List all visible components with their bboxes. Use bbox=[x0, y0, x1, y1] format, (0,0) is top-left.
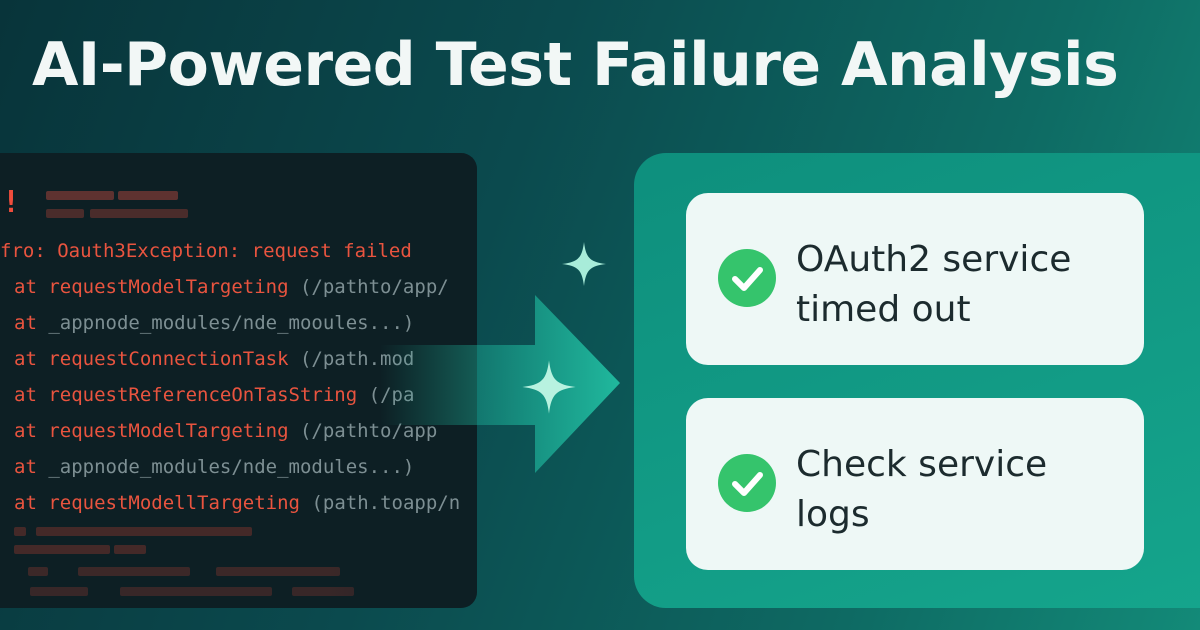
result-card: Check service logs bbox=[686, 398, 1144, 570]
redacted-text bbox=[118, 191, 178, 200]
error-line: fro: Oauth3Exception: request failed bbox=[0, 240, 412, 262]
redacted-text bbox=[78, 567, 190, 576]
arrow-icon bbox=[380, 295, 620, 473]
redacted-text bbox=[14, 527, 26, 536]
redacted-text bbox=[120, 587, 272, 596]
redacted-text bbox=[292, 587, 354, 596]
sparkle-icon bbox=[562, 242, 606, 286]
redacted-text bbox=[46, 209, 84, 218]
redacted-text bbox=[30, 587, 88, 596]
redacted-text bbox=[90, 209, 188, 218]
check-circle-icon bbox=[718, 454, 776, 512]
redacted-text bbox=[36, 527, 252, 536]
page-title: AI-Powered Test Failure Analysis bbox=[32, 30, 1119, 100]
redacted-text bbox=[216, 567, 340, 576]
redacted-text bbox=[14, 545, 110, 554]
redacted-text bbox=[114, 545, 146, 554]
redacted-text bbox=[46, 191, 114, 200]
check-circle-icon bbox=[718, 249, 776, 307]
result-card: OAuth2 service timed out bbox=[686, 193, 1144, 365]
sparkle-icon bbox=[522, 360, 576, 414]
redacted-text bbox=[28, 567, 48, 576]
result-text: Check service logs bbox=[796, 444, 1048, 535]
stack-frame-line: at requestModellTargeting (path.toapp/n bbox=[14, 492, 461, 514]
result-text: OAuth2 service timed out bbox=[796, 239, 1072, 330]
error-marker: ! bbox=[2, 185, 21, 220]
